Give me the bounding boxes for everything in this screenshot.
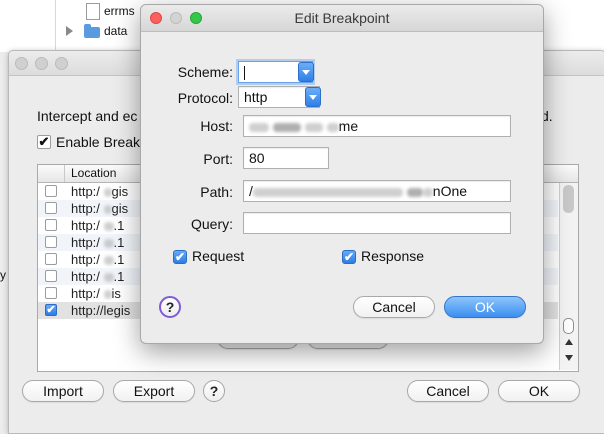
help-button[interactable]: ? [203,380,225,402]
minimize-icon[interactable] [35,57,48,70]
folder-name: data [104,24,128,38]
redacted-text [252,187,403,197]
row-checkbox[interactable] [45,219,57,231]
checkbox[interactable]: ✔ [37,135,51,149]
request-label: Request [192,248,245,264]
enable-label: Enable Break [56,134,141,150]
location-cell: http:/ is [71,286,121,301]
dialog-titlebar: Edit Breakpoint [141,5,543,32]
redacted-text [406,187,423,197]
scroll-up-arrow-icon[interactable] [565,339,573,345]
redacted-text [326,122,339,132]
file-icon [86,3,100,20]
disclosure-triangle-icon[interactable] [66,26,73,36]
scheme-label: Scheme: [177,64,233,80]
text-caret [244,66,245,81]
query-label: Query: [190,216,233,232]
row-checkbox[interactable] [45,270,57,282]
intro-text: Intercept and ec [37,108,138,124]
column-divider [64,165,65,182]
port-label: Port: [203,151,233,167]
protocol-label: Protocol: [177,90,233,106]
file-name: errms [104,4,135,18]
query-field[interactable] [243,212,511,234]
host-field[interactable]: me [243,115,511,137]
response-checkbox[interactable]: ✔ Response [342,248,462,266]
clipped-text: y [0,268,6,282]
scroll-thumb[interactable] [563,185,574,213]
export-button[interactable]: Export [113,380,195,402]
row-checkbox[interactable] [45,236,57,248]
response-label: Response [361,248,425,264]
scroll-thumb[interactable] [563,318,574,334]
close-icon[interactable] [15,57,28,70]
chevron-down-icon[interactable] [305,87,321,107]
redacted-text [249,122,269,132]
cancel-button[interactable]: Cancel [407,380,489,402]
location-cell: http:/ .1 [71,218,125,233]
import-button[interactable]: Import [22,380,104,402]
location-cell: http:/ .1 [71,252,125,267]
location-cell: http:/ gis [71,201,129,216]
location-column-header[interactable]: Location [71,166,116,180]
zoom-icon[interactable] [55,57,68,70]
row-checkbox[interactable] [45,253,57,265]
location-cell: http:/ .1 [71,235,125,250]
column-divider [55,0,56,52]
chevron-down-icon[interactable] [298,62,314,82]
dialog-title: Edit Breakpoint [294,10,390,26]
scroll-down-arrow-icon[interactable] [565,355,573,361]
ok-button[interactable]: OK [498,380,580,402]
folder-icon [84,24,100,38]
row-checkbox[interactable] [45,287,57,299]
redacted-text [304,122,323,132]
location-cell: http:/ .1 [71,269,125,284]
row-checkbox[interactable] [45,185,57,197]
row-checkbox[interactable] [45,202,57,214]
host-label: Host: [200,118,233,134]
path-label: Path: [200,184,233,200]
checkbox[interactable]: ✔ [342,250,356,264]
location-cell: http://legis [71,303,131,318]
redacted-text [422,187,433,197]
help-button[interactable]: ? [159,296,181,318]
path-field[interactable]: / nOne [243,180,511,202]
location-cell: http:/ gis [71,184,129,199]
redacted-text [272,122,301,132]
row-checkbox[interactable]: ✔ [45,304,57,316]
port-field[interactable]: 80 [243,147,329,169]
checkbox[interactable]: ✔ [173,250,187,264]
edit-breakpoint-dialog: Edit Breakpoint Scheme: Protocol: http H… [140,4,544,344]
request-checkbox[interactable]: ✔ Request [173,248,283,266]
cancel-button[interactable]: Cancel [353,296,435,318]
ok-button[interactable]: OK [444,296,526,318]
table-scrollbar[interactable] [559,183,578,370]
